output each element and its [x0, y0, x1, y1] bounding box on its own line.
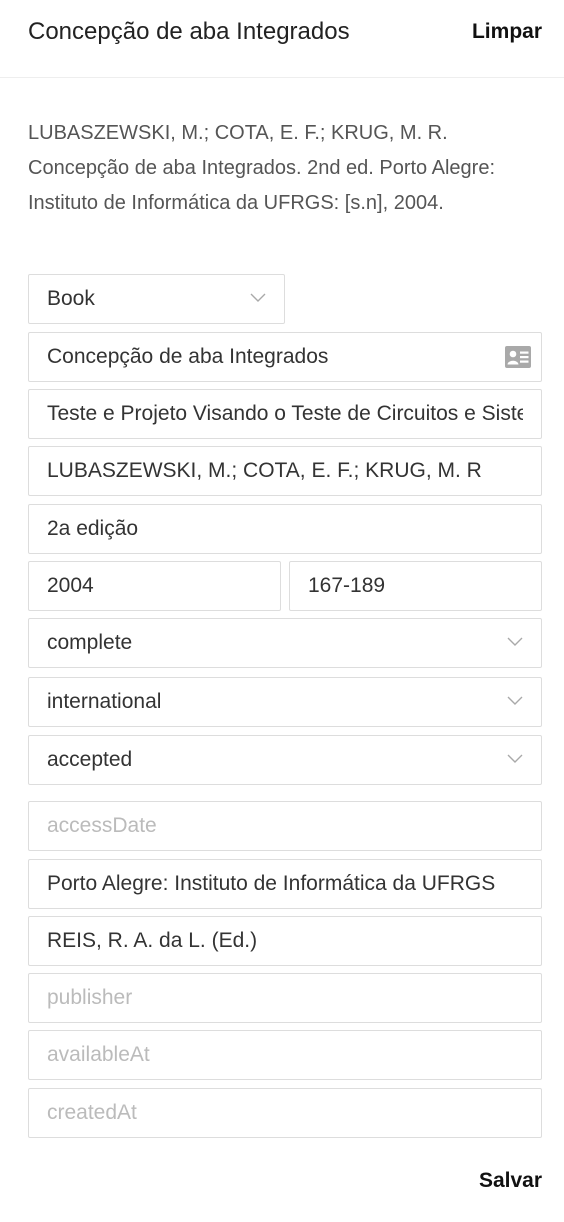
- page-title: Concepção de aba Integrados: [28, 18, 350, 45]
- authors-field[interactable]: [29, 447, 541, 495]
- type-select-value: Book: [47, 287, 95, 310]
- clear-button[interactable]: Limpar: [472, 20, 542, 44]
- year-field[interactable]: [29, 562, 280, 610]
- authors-field-wrapper: [28, 446, 542, 496]
- type-select[interactable]: Book: [28, 274, 285, 324]
- completeness-select-value: complete: [47, 631, 133, 654]
- publisher-field[interactable]: [29, 974, 541, 1022]
- chevron-down-icon: [507, 637, 523, 646]
- chevron-down-icon: [507, 754, 523, 763]
- scope-select[interactable]: international: [28, 677, 542, 727]
- header: Concepção de aba Integrados Limpar: [0, 0, 564, 78]
- year-field-wrapper: [28, 561, 281, 611]
- scope-select-value: international: [47, 690, 162, 713]
- completeness-select[interactable]: complete: [28, 618, 542, 668]
- edition-field[interactable]: [29, 505, 541, 553]
- contact-card-icon[interactable]: [505, 346, 531, 368]
- save-button[interactable]: Salvar: [479, 1169, 542, 1193]
- status-select[interactable]: accepted: [28, 735, 542, 785]
- editors-field[interactable]: [29, 917, 541, 965]
- chevron-down-icon: [507, 696, 523, 705]
- editors-field-wrapper: [28, 916, 542, 966]
- title-field-wrapper: [28, 332, 542, 382]
- available-at-field-wrapper: [28, 1030, 542, 1080]
- title-field[interactable]: [29, 333, 541, 381]
- access-date-field[interactable]: [29, 802, 541, 850]
- edition-field-wrapper: [28, 504, 542, 554]
- pages-field-wrapper: [289, 561, 542, 611]
- publication-place-field-wrapper: [28, 859, 542, 909]
- status-select-value: accepted: [47, 748, 133, 771]
- access-date-field-wrapper: [28, 801, 542, 851]
- citation-preview: LUBASZEWSKI, M.; COTA, E. F.; KRUG, M. R…: [28, 122, 496, 214]
- subtitle-field-wrapper: [28, 389, 542, 439]
- available-at-field[interactable]: [29, 1031, 541, 1079]
- subtitle-field[interactable]: [29, 390, 541, 438]
- publisher-field-wrapper: [28, 973, 542, 1023]
- created-at-field-wrapper: [28, 1088, 542, 1138]
- created-at-field[interactable]: [29, 1089, 541, 1137]
- publication-place-field[interactable]: [29, 860, 541, 908]
- pages-field[interactable]: [290, 562, 541, 610]
- chevron-down-icon: [250, 293, 266, 302]
